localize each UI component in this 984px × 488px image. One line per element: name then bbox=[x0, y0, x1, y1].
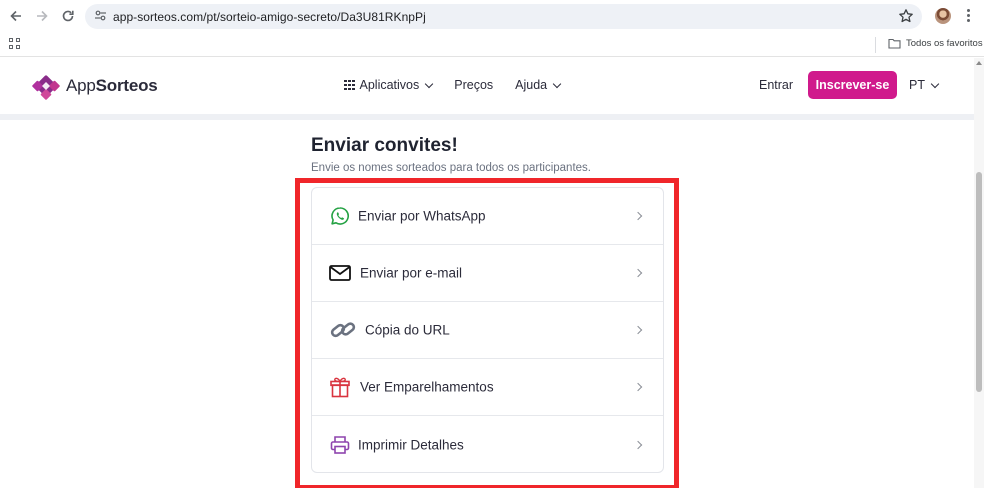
chevron-right-icon bbox=[633, 325, 643, 335]
menu-item-ajuda[interactable]: Ajuda bbox=[515, 78, 562, 92]
menu-item-precos-label: Preços bbox=[454, 78, 494, 92]
chevron-down-icon bbox=[930, 79, 940, 88]
chevron-right-icon bbox=[633, 382, 643, 392]
option-copy-url[interactable]: Cópia do URL bbox=[312, 302, 663, 359]
option-print-details[interactable]: Imprimir Detalhes bbox=[312, 416, 663, 473]
appsorteos-logo[interactable]: AppSorteos bbox=[32, 72, 158, 100]
logo-mark-icon bbox=[32, 75, 60, 100]
menu-item-aplicativos[interactable]: Aplicativos bbox=[344, 78, 434, 92]
share-options-card: Enviar por WhatsApp Enviar por e-mail Có… bbox=[311, 187, 664, 473]
browser-toolbar: app-sorteos.com/pt/sorteio-amigo-secreto… bbox=[0, 0, 984, 33]
address-bar[interactable]: app-sorteos.com/pt/sorteio-amigo-secreto… bbox=[85, 4, 922, 29]
scrollbar-thumb[interactable] bbox=[976, 172, 982, 392]
apps-grid-icon bbox=[344, 79, 355, 91]
header-divider bbox=[0, 114, 974, 120]
chevron-right-icon bbox=[633, 211, 643, 221]
option-whatsapp[interactable]: Enviar por WhatsApp bbox=[312, 188, 663, 245]
main-menu: Aplicativos Preços Ajuda bbox=[344, 78, 582, 92]
section-subtitle: Envie os nomes sorteados para todos os p… bbox=[311, 162, 591, 174]
option-email-label: Enviar por e-mail bbox=[360, 265, 463, 281]
menu-item-precos[interactable]: Preços bbox=[454, 78, 493, 92]
all-bookmarks-button[interactable]: Todos os favoritos bbox=[888, 38, 983, 49]
signup-button[interactable]: Inscrever-se bbox=[808, 71, 897, 99]
link-icon bbox=[328, 318, 358, 342]
printer-icon bbox=[328, 433, 352, 457]
login-link[interactable]: Entrar bbox=[759, 78, 793, 92]
browser-menu-icon[interactable] bbox=[966, 8, 970, 24]
bookmarks-divider bbox=[875, 37, 876, 53]
logo-bold: Sorteos bbox=[95, 76, 158, 95]
menu-item-ajuda-label: Ajuda bbox=[515, 78, 548, 92]
url-text: app-sorteos.com/pt/sorteio-amigo-secreto… bbox=[113, 10, 426, 24]
gift-icon bbox=[328, 375, 352, 399]
logo-prefix: App bbox=[66, 76, 96, 95]
chevron-down-icon bbox=[425, 79, 434, 88]
menu-item-aplicativos-label: Aplicativos bbox=[359, 78, 420, 92]
reload-icon bbox=[62, 10, 74, 22]
reload-button[interactable] bbox=[60, 8, 76, 24]
language-selector[interactable]: PT bbox=[909, 78, 940, 92]
apps-icon[interactable] bbox=[9, 38, 20, 49]
profile-avatar[interactable] bbox=[935, 8, 951, 24]
chevron-right-icon bbox=[633, 440, 643, 449]
bookmark-star-icon[interactable] bbox=[898, 8, 914, 24]
scroll-up-arrow-icon[interactable] bbox=[976, 61, 982, 65]
back-arrow-icon bbox=[10, 10, 21, 22]
logo-text: AppSorteos bbox=[66, 76, 158, 96]
chevron-down-icon bbox=[552, 79, 562, 88]
chevron-right-icon bbox=[633, 268, 643, 278]
option-view-pairings-label: Ver Emparelhamentos bbox=[360, 379, 494, 395]
back-button[interactable] bbox=[8, 8, 24, 24]
all-bookmarks-label: Todos os favoritos bbox=[906, 38, 983, 49]
whatsapp-icon bbox=[328, 204, 352, 228]
option-print-details-label: Imprimir Detalhes bbox=[358, 437, 464, 452]
site-settings-icon[interactable] bbox=[94, 9, 107, 22]
page-viewport: AppSorteos Aplicativos Preços Ajuda Entr… bbox=[0, 58, 974, 488]
forward-button[interactable] bbox=[34, 8, 50, 24]
option-whatsapp-label: Enviar por WhatsApp bbox=[358, 208, 486, 224]
folder-icon bbox=[888, 38, 901, 49]
site-header: AppSorteos Aplicativos Preços Ajuda Entr… bbox=[0, 58, 974, 114]
option-email[interactable]: Enviar por e-mail bbox=[312, 245, 663, 302]
option-copy-url-label: Cópia do URL bbox=[365, 322, 450, 338]
option-view-pairings[interactable]: Ver Emparelhamentos bbox=[312, 359, 663, 416]
forward-arrow-icon bbox=[37, 10, 48, 22]
bookmarks-bar: Todos os favoritos bbox=[0, 33, 984, 57]
section-title: Enviar convites! bbox=[311, 135, 458, 156]
mail-icon bbox=[328, 261, 352, 285]
language-label: PT bbox=[909, 78, 925, 92]
